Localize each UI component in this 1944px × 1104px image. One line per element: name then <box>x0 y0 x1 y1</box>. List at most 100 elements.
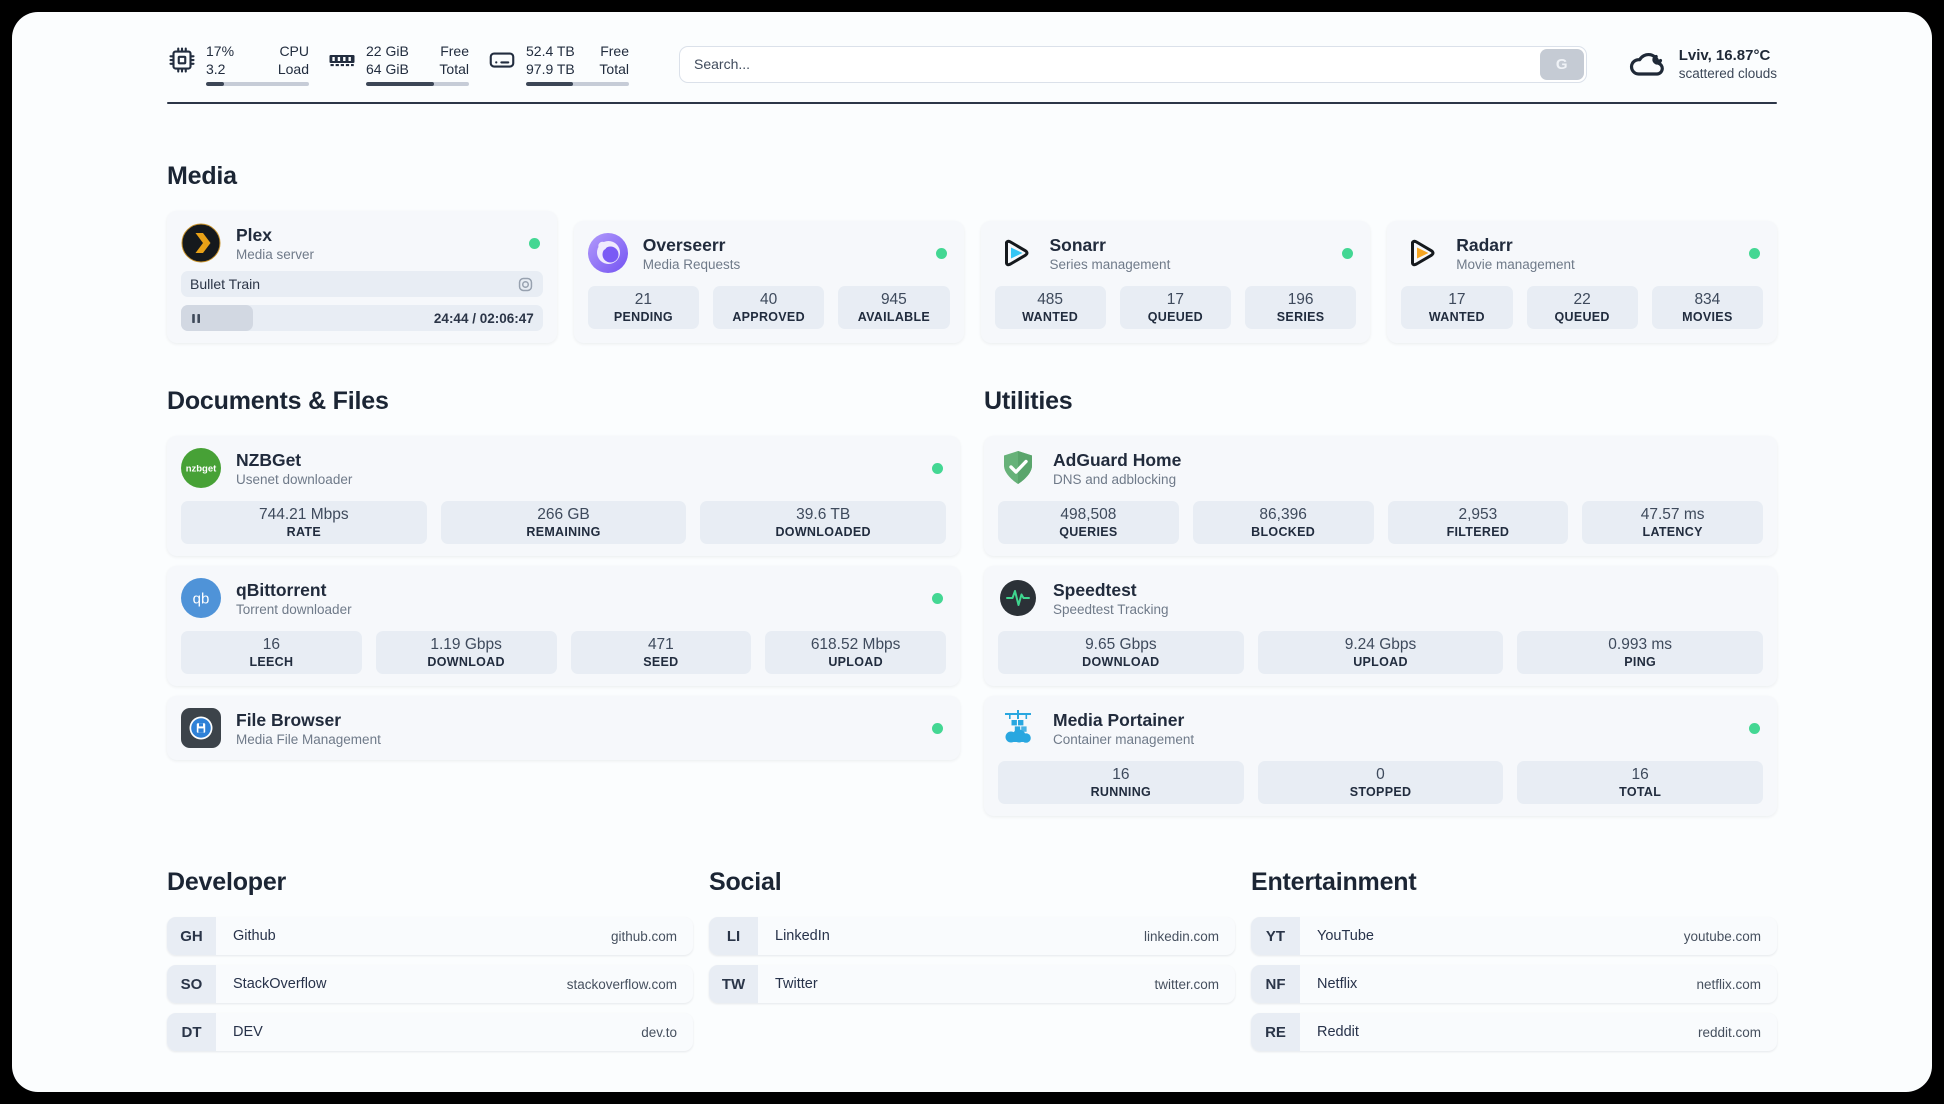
ram-progressbar <box>366 82 469 87</box>
stat-upload: 9.24 Gbps UPLOAD <box>1257 631 1504 675</box>
app-title: Plex <box>236 224 272 245</box>
filebrowser-icon <box>181 708 221 749</box>
section-title-developer: Developer <box>167 868 287 897</box>
bookmark-twitter[interactable]: TW Twitter twitter.com <box>709 965 1235 1004</box>
section-title-utilities: Utilities <box>984 387 1073 416</box>
nzbget-icon: nzbget <box>181 448 221 489</box>
bookmark-reddit[interactable]: RE Reddit reddit.com <box>1251 1013 1777 1052</box>
stat-remaining: 266 GB REMAINING <box>440 501 687 545</box>
stat-seed: 471 SEED <box>570 631 752 675</box>
playback-time: 24:44 / 02:06:47 <box>433 310 534 326</box>
app-card-plex[interactable]: Plex Media server Bullet Train 24:44 / 0… <box>167 211 557 344</box>
cloud-icon <box>1629 53 1664 76</box>
app-card-nzbget[interactable]: nzbget NZBGet Usenet downloader 744.21 M… <box>167 436 960 557</box>
disk-widget: 52.4 TB 97.9 TB Free Total <box>487 42 629 87</box>
topbar-divider <box>167 102 1777 105</box>
section-title-entertainment: Entertainment <box>1251 868 1417 897</box>
app-subtitle: Series management <box>1049 256 1171 272</box>
status-dot <box>1749 722 1760 734</box>
stat-ping: 0.993 ms PING <box>1517 631 1763 675</box>
app-title: Radarr <box>1456 234 1513 255</box>
app-card-filebrowser[interactable]: File Browser Media File Management <box>167 696 960 761</box>
app-subtitle: Container management <box>1053 731 1195 747</box>
ram-free: 22 GiB <box>366 43 409 59</box>
app-card-portainer[interactable]: Media Portainer Container management 16 R… <box>984 696 1777 817</box>
bookmark-github[interactable]: GH Github github.com <box>167 917 693 956</box>
status-dot <box>932 462 943 474</box>
status-dot <box>1749 247 1760 259</box>
stat-queries: 498,508 QUERIES <box>998 501 1179 545</box>
bookmark-stackoverflow[interactable]: SO StackOverflow stackoverflow.com <box>167 965 693 1004</box>
app-card-sonarr[interactable]: Sonarr Series management 485 WANTED 17 QUE… <box>980 221 1371 344</box>
bookmark-name: YouTube <box>1317 928 1374 945</box>
app-title: NZBGet <box>236 449 302 470</box>
bookmark-name: LinkedIn <box>775 928 830 945</box>
stat-downloaded: 39.6 TB DOWNLOADED <box>700 501 946 545</box>
disk-icon <box>489 52 515 68</box>
bookmark-url: reddit.com <box>1697 1024 1761 1040</box>
bookmark-name: Github <box>233 928 276 945</box>
radarr-icon <box>1411 240 1435 267</box>
app-title: Overseerr <box>642 234 726 255</box>
status-dot <box>932 592 943 604</box>
bookmark-abbr: NF <box>1251 965 1300 1004</box>
disk-label-1: Free <box>600 43 629 59</box>
bookmark-dev[interactable]: DT DEV dev.to <box>167 1013 693 1052</box>
status-dot <box>932 722 943 734</box>
ram-icon <box>329 55 355 67</box>
bookmark-name: StackOverflow <box>233 976 327 993</box>
bookmark-url: dev.to <box>641 1024 677 1040</box>
bookmark-abbr: SO <box>167 965 216 1004</box>
bookmark-abbr: GH <box>167 917 216 956</box>
search-box: G <box>679 45 1587 83</box>
search-input[interactable] <box>679 45 1587 83</box>
ram-total: 64 GiB <box>366 61 409 78</box>
ram-label-2: Total <box>439 61 469 78</box>
stat-pending: 21 PENDING <box>587 286 699 330</box>
stat-stopped: 0 STOPPED <box>1257 761 1504 805</box>
app-title: File Browser <box>236 709 342 730</box>
bookmark-youtube[interactable]: YT YouTube youtube.com <box>1251 917 1777 956</box>
weather-condition: scattered clouds <box>1678 66 1777 82</box>
top-bar: 17% 3.2 CPU Load 22 GiB 64 GiB Free Tota… <box>167 42 1777 87</box>
app-subtitle: Media File Management <box>236 731 381 747</box>
search-engine-button[interactable]: G <box>1539 48 1584 80</box>
overseerr-icon <box>587 233 628 274</box>
playback-progress-row: 24:44 / 02:06:47 <box>181 305 543 332</box>
app-subtitle: Movie management <box>1456 256 1575 272</box>
app-card-qbittorrent[interactable]: qb qBittorrent Torrent downloader 16 LEEC… <box>167 566 960 687</box>
app-card-adguard[interactable]: AdGuard Home DNS and adblocking 498,508 Q… <box>984 436 1777 557</box>
bookmark-netflix[interactable]: NF Netflix netflix.com <box>1251 965 1777 1004</box>
stat-approved: 40 APPROVED <box>713 286 825 330</box>
pause-button[interactable] <box>190 312 203 325</box>
speedtest-icon <box>1000 580 1036 617</box>
disk-free: 52.4 TB <box>526 43 575 59</box>
stat-blocked: 86,396 BLOCKED <box>1192 501 1374 545</box>
cpu-widget: 17% 3.2 CPU Load <box>167 42 309 87</box>
app-card-radarr[interactable]: Radarr Movie management 17 WANTED 22 QUEUE… <box>1387 221 1777 344</box>
bookmark-abbr: YT <box>1251 917 1300 956</box>
section-title-social: Social <box>709 868 782 897</box>
stat-movies: 834 MOVIES <box>1651 286 1763 330</box>
media-type-icon <box>518 277 532 292</box>
bookmark-abbr: RE <box>1251 1013 1300 1052</box>
bookmark-url: linkedin.com <box>1143 928 1219 944</box>
app-card-speedtest[interactable]: Speedtest Speedtest Tracking 9.65 Gbps DO… <box>984 566 1777 687</box>
bookmark-abbr: LI <box>709 917 758 956</box>
app-subtitle: Usenet downloader <box>236 471 353 487</box>
app-subtitle: Media Requests <box>642 256 741 272</box>
stat-latency: 47.57 ms LATENCY <box>1582 501 1763 545</box>
cpu-percent: 17% <box>206 43 235 59</box>
stat-available: 945 AVAILABLE <box>838 286 950 330</box>
app-card-overseerr[interactable]: Overseerr Media Requests 21 PENDING 40 APP… <box>573 221 964 344</box>
bookmark-linkedin[interactable]: LI LinkedIn linkedin.com <box>709 917 1235 956</box>
status-dot <box>1342 247 1354 259</box>
bookmark-url: youtube.com <box>1683 928 1761 944</box>
portainer-icon <box>1005 710 1031 744</box>
app-subtitle: Torrent downloader <box>236 601 352 617</box>
cpu-progressbar <box>206 82 309 87</box>
app-title: Sonarr <box>1049 234 1106 255</box>
app-title: qBittorrent <box>236 579 327 600</box>
bookmark-url: netflix.com <box>1696 976 1761 992</box>
disk-progressbar <box>526 82 629 87</box>
